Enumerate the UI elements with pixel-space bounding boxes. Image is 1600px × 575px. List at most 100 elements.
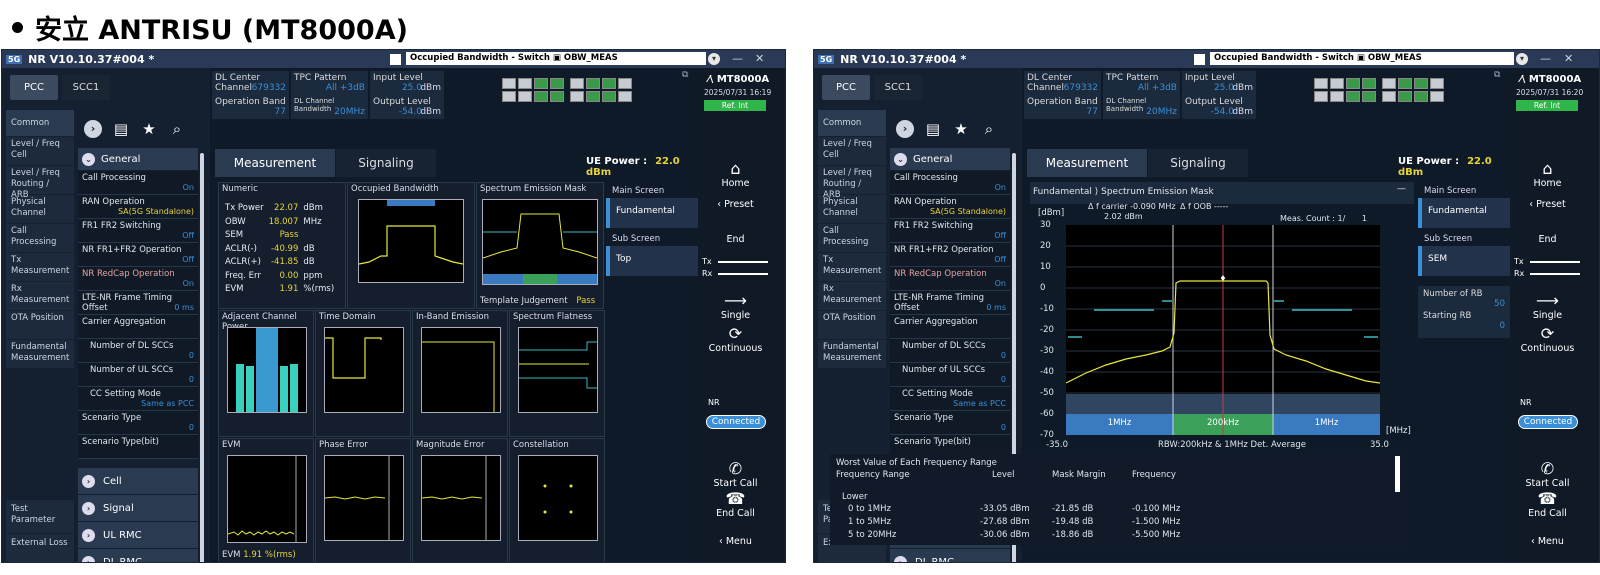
sub-screen-top[interactable]: Top (606, 246, 698, 276)
setting-row[interactable]: Number of UL SCCs 0 (890, 363, 1010, 387)
nav-button[interactable]: › UL RMC (78, 522, 198, 548)
category-item[interactable]: Rx Measurement (6, 282, 74, 310)
menu-button[interactable]: ‹ Menu (1510, 536, 1585, 547)
minimize-icon[interactable]: — (732, 52, 743, 65)
category-item[interactable]: Call Processing (6, 224, 74, 252)
setting-row[interactable]: Scenario Type(bit) (78, 435, 198, 459)
dropdown-icon[interactable]: ▾ (1516, 53, 1528, 65)
sem-panel[interactable]: Spectrum Emission Mask Template Judgemen… (476, 182, 604, 309)
setting-row[interactable]: CC Setting Mode Same as PCC (78, 387, 198, 411)
setting-row[interactable]: Carrier Aggregation (78, 315, 198, 339)
table-scrollbar[interactable] (1395, 456, 1400, 492)
connected-badge[interactable]: Connected (1518, 415, 1578, 429)
start-call-button[interactable]: ✆ Start Call (698, 460, 773, 490)
setting-row[interactable]: RAN Operation SA(5G Standalone) (78, 195, 198, 219)
star-icon[interactable]: ★ (140, 120, 158, 138)
in-band-emission-panel[interactable]: In-Band Emission (412, 310, 508, 437)
single-button[interactable]: ⟶ Single (1510, 292, 1585, 322)
category-item[interactable]: External Loss (6, 534, 74, 562)
category-item[interactable]: Level / Freq Cell (818, 137, 886, 165)
connected-badge[interactable]: Connected (706, 415, 766, 429)
tab-signaling[interactable]: Signaling (336, 149, 436, 177)
setting-row[interactable]: Call Processing On (78, 171, 198, 195)
forward-icon[interactable]: › (84, 120, 102, 138)
magnitude-error-panel[interactable]: Magnitude Error (412, 438, 508, 562)
setting-row[interactable]: FR1 FR2 Switching Off (890, 219, 1010, 243)
sub-screen-sem[interactable]: SEM (1418, 246, 1510, 276)
category-item[interactable]: Physical Channel (818, 195, 886, 223)
end-call-button[interactable]: ☎ End Call (698, 490, 773, 520)
tab-measurement[interactable]: Measurement (215, 149, 335, 177)
category-item[interactable]: Level / Freq Cell (6, 137, 74, 165)
checkbox-icon[interactable] (390, 54, 401, 65)
rb-settings[interactable]: Number of RB 50 Starting RB 0 (1418, 286, 1510, 338)
setting-row[interactable]: Scenario Type 0 (890, 411, 1010, 435)
category-item[interactable]: Rx Measurement (818, 282, 886, 310)
category-item[interactable]: Call Processing (818, 224, 886, 252)
setting-row[interactable]: Number of DL SCCs 0 (78, 339, 198, 363)
setting-row[interactable]: LTE-NR Frame Timing Offset 0 ms (890, 291, 1010, 315)
category-item[interactable]: Common (6, 110, 74, 136)
single-button[interactable]: ⟶ Single (698, 292, 773, 322)
setting-row[interactable]: LTE-NR Frame Timing Offset 0 ms (78, 291, 198, 315)
spectrum-flatness-panel[interactable]: Spectrum Flatness (509, 310, 605, 437)
continuous-button[interactable]: ⟳ Continuous (1510, 325, 1585, 355)
preset-button[interactable]: ‹ Preset (698, 199, 773, 210)
tab-scc1[interactable]: SCC1 (874, 75, 922, 100)
time-domain-panel[interactable]: Time Domain (315, 310, 411, 437)
nav-button[interactable]: › DL RMC (890, 549, 1010, 562)
scrollbar[interactable] (200, 153, 204, 562)
nav-button[interactable]: › Signal (78, 495, 198, 521)
home-button[interactable]: ⌂ Home (1510, 160, 1585, 190)
setting-row[interactable]: Scenario Type 0 (78, 411, 198, 435)
forward-icon[interactable]: › (896, 120, 914, 138)
constellation-panel[interactable]: Constellation (509, 438, 605, 562)
setting-row[interactable]: Number of DL SCCs 0 (890, 339, 1010, 363)
main-screen-fundamental[interactable]: Fundamental (606, 198, 698, 228)
end-call-button[interactable]: ☎ End Call (1510, 490, 1585, 520)
category-item[interactable]: Tx Measurement (818, 253, 886, 281)
minimize-icon[interactable]: — (1540, 52, 1551, 65)
screenshot-icon[interactable]: ⧉ (1494, 70, 1500, 80)
star-icon[interactable]: ★ (952, 120, 970, 138)
start-call-button[interactable]: ✆ Start Call (1510, 460, 1585, 490)
close-icon[interactable]: ✕ (755, 52, 764, 65)
setting-row[interactable]: CC Setting Mode Same as PCC (890, 387, 1010, 411)
category-item[interactable]: Fundamental Measurement (6, 340, 74, 368)
tab-pcc[interactable]: PCC (10, 75, 58, 100)
obw-panel[interactable]: Occupied Bandwidth (347, 182, 475, 309)
nav-button[interactable]: › DL RMC (78, 549, 198, 562)
checkbox-icon[interactable] (1194, 54, 1205, 65)
category-item[interactable]: Level / Freq Routing / ARB (6, 166, 74, 200)
category-item[interactable]: Tx Measurement (6, 253, 74, 281)
tab-measurement[interactable]: Measurement (1027, 149, 1147, 177)
close-icon[interactable]: ✕ (1564, 52, 1573, 65)
general-section[interactable]: ⌄ General (78, 148, 198, 170)
tab-signaling[interactable]: Signaling (1148, 149, 1248, 177)
category-item[interactable]: Common (818, 110, 886, 136)
setting-row[interactable]: NR RedCap Operation On (890, 267, 1010, 291)
tab-scc1[interactable]: SCC1 (62, 75, 110, 100)
end-button[interactable]: End (698, 234, 773, 245)
setting-row[interactable]: Call Processing On (890, 171, 1010, 195)
setting-row[interactable]: NR FR1+FR2 Operation Off (78, 243, 198, 267)
collapse-icon[interactable]: — (1397, 184, 1406, 194)
main-screen-fundamental[interactable]: Fundamental (1418, 198, 1510, 228)
category-item[interactable]: OTA Position (6, 311, 74, 339)
setting-row[interactable]: FR1 FR2 Switching Off (78, 219, 198, 243)
setting-row[interactable]: NR RedCap Operation On (78, 267, 198, 291)
category-item[interactable]: OTA Position (818, 311, 886, 339)
setting-row[interactable]: NR FR1+FR2 Operation Off (890, 243, 1010, 267)
play-step-icon[interactable]: ▤ (924, 120, 942, 138)
general-section[interactable]: ⌄ General (890, 148, 1010, 170)
category-item[interactable]: Fundamental Measurement (818, 340, 886, 368)
tab-pcc[interactable]: PCC (822, 75, 870, 100)
measurement-selector[interactable]: Occupied Bandwidth - Switch ▣ OBW_MEAS (1210, 52, 1514, 65)
setting-row[interactable]: RAN Operation SA(5G Standalone) (890, 195, 1010, 219)
category-item[interactable]: Test Parameter (6, 500, 74, 533)
continuous-button[interactable]: ⟳ Continuous (698, 325, 773, 355)
phase-error-panel[interactable]: Phase Error (315, 438, 411, 562)
setting-row[interactable]: Carrier Aggregation (890, 315, 1010, 339)
numeric-panel[interactable]: Numeric Tx Power 22.07 dBm OBW 18.007 MHz SEM P… (218, 182, 346, 309)
home-button[interactable]: ⌂ Home (698, 160, 773, 190)
